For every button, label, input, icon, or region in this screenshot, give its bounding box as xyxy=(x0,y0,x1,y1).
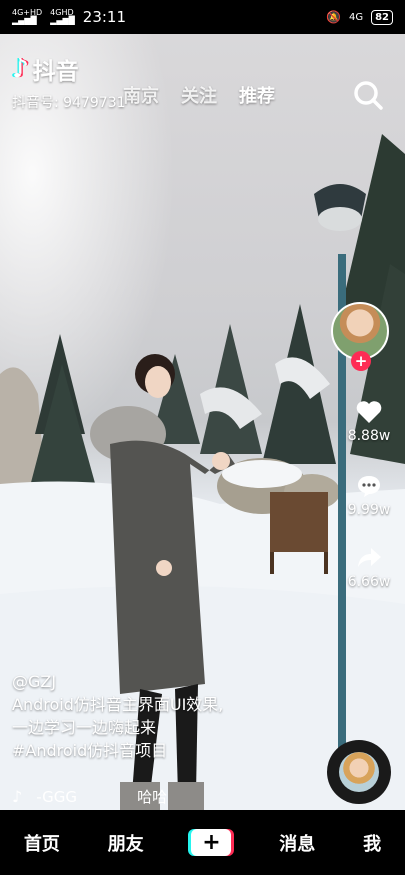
nav-messages[interactable]: 消息 xyxy=(279,830,315,856)
author-avatar-button[interactable]: + xyxy=(331,302,391,374)
signal-icon: 4G+HD ▂▄▆█ xyxy=(12,8,43,25)
hashtag-link[interactable]: #Android仿抖音项目 xyxy=(12,739,272,762)
video-player[interactable]: ♪ 抖音 抖音号: 9479731 南京 关注 推荐 + 8.88w 9.99w… xyxy=(0,34,405,810)
like-count: 8.88w xyxy=(347,428,391,444)
battery-indicator: 82 xyxy=(371,9,393,25)
bottom-nav: 首页 朋友 + 消息 我 xyxy=(0,810,405,875)
video-caption: @GZJ Android仿抖音主界面UI效果, 一边学习一边嗨起来 #Andro… xyxy=(12,670,272,762)
signal-icon-2: 4GHD ▂▄▆█ xyxy=(50,8,75,25)
douyin-logo-icon: ♪ xyxy=(12,54,29,84)
tab-nanjing[interactable]: 南京 xyxy=(123,82,159,108)
music-info[interactable]: ♪ -GGG 哈哈 xyxy=(12,786,167,807)
tab-following[interactable]: 关注 xyxy=(181,82,217,108)
music-title: -GGG xyxy=(36,787,78,806)
caption-line: Android仿抖音主界面UI效果, xyxy=(12,695,224,714)
nav-friends[interactable]: 朋友 xyxy=(108,830,144,856)
comment-count: 9.99w xyxy=(347,502,391,518)
account-id: 抖音号: 9479731 xyxy=(12,95,126,111)
app-name: 抖音 xyxy=(32,59,79,85)
search-icon[interactable] xyxy=(353,80,383,110)
heart-icon[interactable] xyxy=(356,400,382,424)
caption-line: 一边学习一边嗨起来 xyxy=(12,718,157,737)
follow-plus-icon[interactable]: + xyxy=(351,351,371,371)
share-button[interactable]: 6.66w xyxy=(343,546,395,590)
music-cover xyxy=(339,752,379,792)
comment-icon[interactable] xyxy=(356,474,382,498)
author-handle[interactable]: @GZJ xyxy=(12,670,272,693)
music-title-2: 哈哈 xyxy=(137,788,168,806)
music-note-icon: ♪ xyxy=(12,787,23,806)
mute-icon: 🔕 xyxy=(326,10,341,24)
share-count: 6.66w xyxy=(347,574,391,590)
tab-recommended[interactable]: 推荐 xyxy=(239,82,275,108)
nav-me[interactable]: 我 xyxy=(363,830,381,856)
network-label: 4G xyxy=(348,11,364,23)
create-button[interactable]: + xyxy=(191,829,232,856)
like-button[interactable]: 8.88w xyxy=(343,400,395,444)
clock: 23:11 xyxy=(82,8,127,26)
status-bar: 4G+HD ▂▄▆█ 4GHD ▂▄▆█ 23:11 🔕 4G 82 xyxy=(0,0,405,34)
nav-home[interactable]: 首页 xyxy=(24,830,60,856)
share-icon[interactable] xyxy=(356,546,382,570)
app-logo: ♪ 抖音 xyxy=(12,52,79,86)
music-disc-button[interactable] xyxy=(327,740,391,804)
feed-tabs: 南京 关注 推荐 xyxy=(123,82,275,108)
comment-button[interactable]: 9.99w xyxy=(343,474,395,518)
